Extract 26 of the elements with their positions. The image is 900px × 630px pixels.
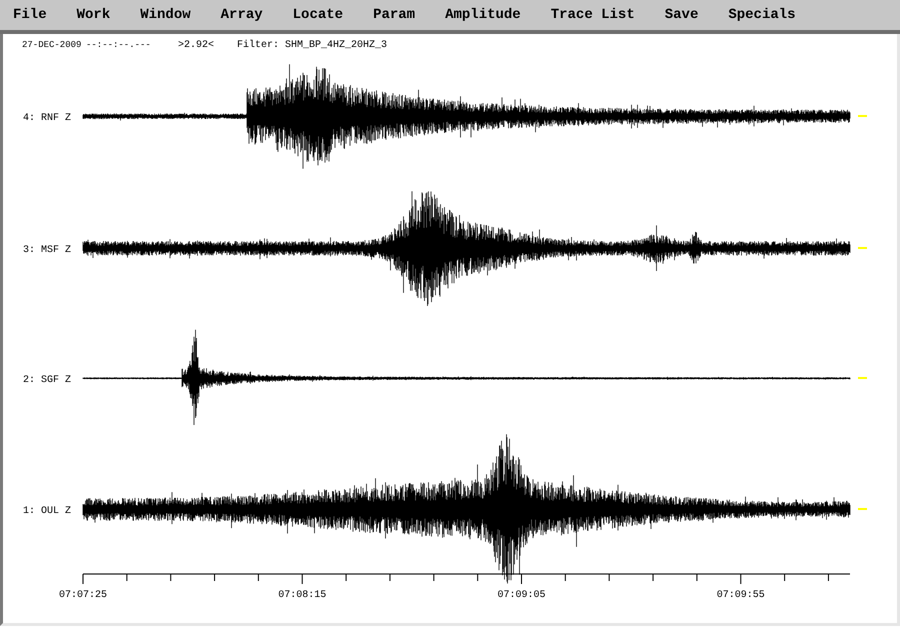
scale-marker — [858, 508, 867, 510]
menu-item[interactable]: Specials — [721, 0, 803, 32]
menu-item[interactable]: Trace List — [544, 0, 642, 32]
menu-item[interactable]: Locate — [286, 0, 350, 32]
menu-item[interactable]: Amplitude — [438, 0, 528, 32]
tick-label: 07:07:25 — [59, 590, 107, 601]
trace-label: 2: SGF Z — [23, 375, 72, 386]
scale-marker — [858, 377, 867, 379]
scale-marker — [858, 247, 867, 249]
time-text: --:--:--.--- — [86, 40, 151, 50]
trace-label: 4: RNF Z — [23, 113, 72, 124]
tick-label: 07:09:05 — [498, 590, 546, 601]
scale-marker — [858, 115, 867, 117]
tick-label: 07:08:15 — [278, 590, 326, 601]
filter-text: Filter: SHM_BP_4HZ_20HZ_3 — [237, 40, 388, 51]
menu-item[interactable]: Window — [133, 0, 198, 32]
trace-label: 1: OUL Z — [23, 506, 72, 517]
ratio-text: >2.92< — [178, 40, 214, 51]
menu-item[interactable]: Save — [658, 0, 706, 32]
date-text: 27-DEC-2009 — [22, 40, 82, 50]
menu-item[interactable]: Array — [214, 0, 270, 32]
tick-label: 07:09:55 — [716, 590, 765, 601]
menu-item[interactable]: File — [6, 0, 54, 32]
trace-label: 3: MSF Z — [23, 245, 72, 256]
menu-item[interactable]: Work — [70, 0, 118, 32]
menu-item[interactable]: Param — [366, 0, 422, 32]
